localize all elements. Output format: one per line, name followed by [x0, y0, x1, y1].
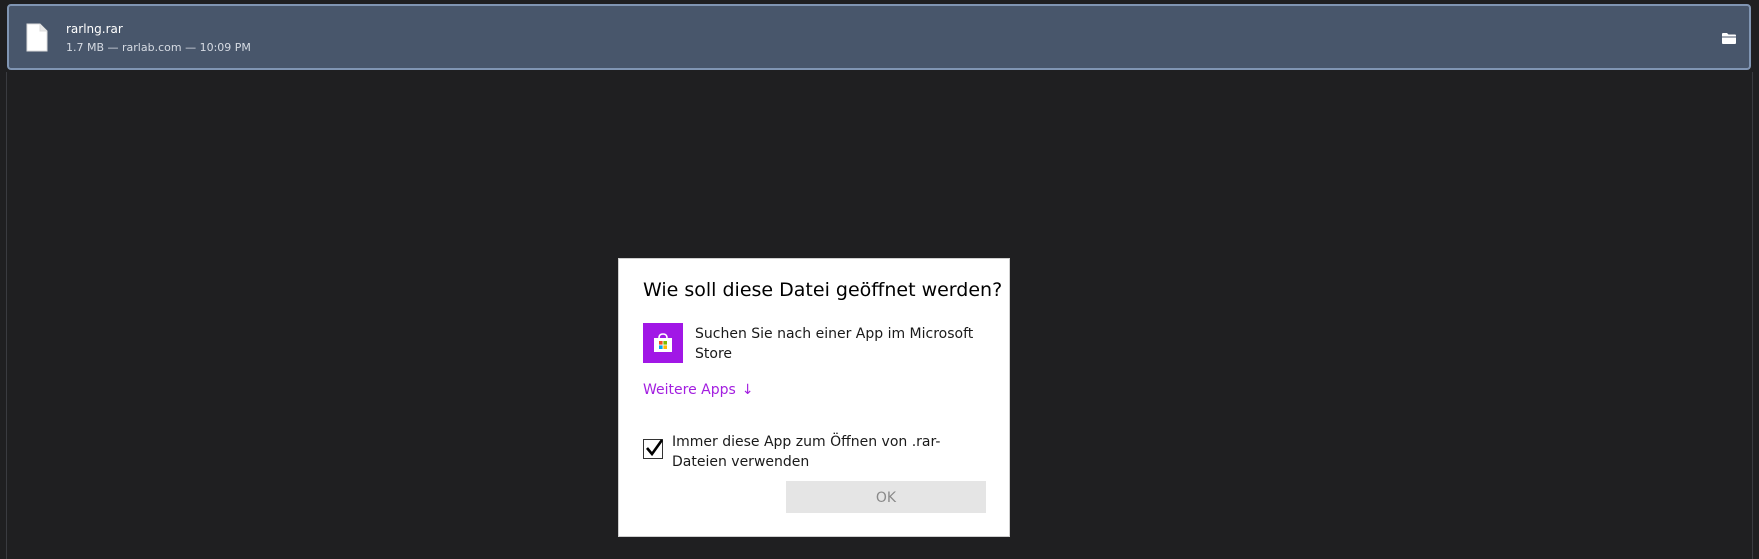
checkmark-icon — [646, 439, 663, 457]
microsoft-store-option-label: Suchen Sie nach einer App im Microsoft S… — [695, 326, 974, 362]
microsoft-store-option[interactable]: Suchen Sie nach einer App im Microsoft S… — [643, 323, 987, 367]
more-apps-link[interactable]: Weitere Apps ↓ — [643, 380, 754, 400]
always-use-app-checkbox[interactable] — [643, 439, 663, 459]
folder-icon — [1722, 29, 1736, 48]
window-left-border — [6, 72, 7, 559]
download-item[interactable]: rarlng.rar 1.7 MB — rarlab.com — 10:09 P… — [7, 4, 1751, 70]
download-file-name[interactable]: rarlng.rar — [66, 21, 123, 37]
arrow-down-icon: ↓ — [741, 382, 754, 398]
always-use-app-label: Immer diese App zum Öffnen von .rar-Date… — [672, 434, 941, 470]
always-use-app-row: Immer diese App zum Öffnen von .rar-Date… — [643, 432, 987, 476]
download-file-meta: 1.7 MB — rarlab.com — 10:09 PM — [66, 41, 251, 54]
downloads-window: rarlng.rar 1.7 MB — rarlab.com — 10:09 P… — [0, 0, 1759, 559]
open-with-dialog: Wie soll diese Datei geöffnet werden? Su… — [618, 258, 1010, 537]
window-right-border — [1752, 72, 1753, 559]
more-apps-label: Weitere Apps — [643, 382, 736, 398]
dialog-title: Wie soll diese Datei geöffnet werden? — [643, 279, 1003, 301]
show-in-folder-button[interactable] — [1716, 26, 1742, 50]
file-icon — [26, 23, 48, 52]
ok-button[interactable]: OK — [786, 481, 986, 513]
microsoft-store-icon — [643, 323, 683, 363]
